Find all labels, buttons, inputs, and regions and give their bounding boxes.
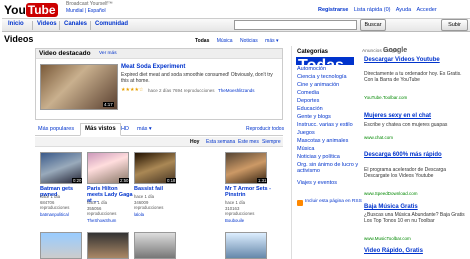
play-all-link[interactable]: Reproducir todos: [246, 126, 284, 132]
time-filter-today[interactable]: Hoy: [190, 139, 199, 145]
category-link[interactable]: Automoción: [297, 66, 326, 72]
sidebar-divider: [291, 46, 292, 259]
time-filter-month[interactable]: Este mes: [238, 139, 259, 145]
ad-body: El programa acelerador de Descarga Desca…: [364, 167, 446, 179]
ad-body: Escribe y chatea con mujeres guapas: [364, 122, 448, 128]
ad-url[interactable]: YouTube.Toolbar.com: [364, 95, 407, 100]
ad-title[interactable]: Baja Música Gratis: [364, 204, 470, 211]
tab-canales[interactable]: Canales: [64, 21, 87, 27]
video-meta: hace 1 día 346009 reproducciones: [134, 194, 164, 210]
category-link[interactable]: Juegos: [297, 130, 315, 136]
category-link[interactable]: Cine y animación: [297, 82, 339, 88]
locale-link[interactable]: Mundial | Español: [66, 8, 106, 14]
time-filter-week[interactable]: Esta semana: [206, 139, 235, 145]
category-todas[interactable]: Todas: [296, 57, 354, 74]
category-link[interactable]: Educación: [297, 106, 323, 112]
filter-musica[interactable]: Música: [217, 38, 233, 44]
video-author-link[interactable]: Boubouile: [225, 218, 271, 223]
category-link[interactable]: Música: [297, 146, 314, 152]
tab-hd[interactable]: HD: [121, 126, 129, 132]
ad-url[interactable]: www.MusicToolbar.com: [364, 236, 411, 241]
rss-link[interactable]: Incluir esta página en RSS: [305, 199, 362, 204]
search-input[interactable]: [234, 20, 357, 30]
video-author-link[interactable]: batmanpolitical: [40, 212, 86, 217]
help-link[interactable]: Ayuda: [396, 7, 412, 13]
page-title: Videos: [4, 34, 34, 44]
rss-icon: [297, 200, 303, 206]
video-duration: 0:18: [166, 178, 177, 183]
category-link[interactable]: Gente y blogs: [297, 114, 331, 120]
ad-body: Directamente a tu ordenador hoy. Es Grat…: [364, 71, 462, 83]
ad-title[interactable]: Descarga 600% más rápido: [364, 152, 470, 159]
video-title[interactable]: Bassist fail: [134, 186, 180, 192]
tab-comunidad[interactable]: Comunidad: [95, 21, 128, 27]
logo-tube-text: Tube: [25, 3, 58, 17]
nav-divider: [59, 21, 60, 30]
video-duration: 1:31: [257, 178, 268, 183]
tab-more-dropdown[interactable]: más ▾: [137, 126, 152, 132]
top-links: Registrarse Lista rápida (0) Ayuda Acced…: [318, 7, 441, 13]
category-link[interactable]: Deportes: [297, 98, 319, 104]
featured-duration: 4:17: [103, 102, 114, 107]
ad-title[interactable]: Mujeres sexy en el chat: [364, 113, 470, 120]
rating-stars-icon: ★★★★☆: [121, 87, 144, 93]
upload-button[interactable]: Subir: [441, 19, 468, 31]
ad-body: ¿Buscas una Música Abundante? Baja Grati…: [364, 212, 465, 224]
video-meta: hace 1 día 684706 reproducciones: [40, 194, 70, 210]
video-author-link[interactable]: lalola: [134, 212, 180, 217]
nav-divider: [32, 21, 33, 30]
featured-more-link[interactable]: Ver más: [99, 51, 117, 56]
tab-most-viewed[interactable]: Más vistos: [80, 123, 121, 136]
nav-divider: [90, 21, 91, 30]
categories-heading: Categorías: [297, 49, 329, 55]
search-button[interactable]: Buscar: [360, 19, 386, 31]
video-title[interactable]: Mr T Armor Sets - Pinstrin: [225, 186, 271, 198]
filter-todas[interactable]: Todas: [195, 38, 209, 44]
featured-meta: hace 2 días 7694 reproducciones: [148, 88, 215, 93]
category-link[interactable]: Org. sin ánimo de lucro y activismo: [297, 162, 359, 174]
filter-more-dropdown[interactable]: más ▾: [265, 38, 278, 44]
featured-heading: Video destacado: [39, 50, 91, 57]
content-filters: Todas Música Noticias más ▾: [195, 38, 285, 44]
signin-link[interactable]: Acceder: [416, 7, 436, 13]
quicklist-link[interactable]: Lista rápida (0): [354, 7, 391, 13]
video-author-link[interactable]: TheShowShum: [87, 218, 133, 223]
category-link[interactable]: Ciencia y tecnología: [297, 74, 347, 80]
category-link[interactable]: Mascotas y animales: [297, 138, 348, 144]
video-meta: hace 1 día 310163 reproducciones: [225, 200, 255, 216]
video-meta: hace 1 día 355056 reproducciones: [87, 200, 117, 216]
ad-url[interactable]: www.SpeedDownload.com: [364, 191, 418, 196]
tab-most-popular[interactable]: Más populares: [38, 126, 74, 132]
video-thumbnail[interactable]: [225, 232, 267, 259]
featured-author-link[interactable]: TheMoeshlitzands: [218, 88, 255, 93]
google-logo: Google: [383, 47, 408, 54]
category-link[interactable]: Viajes y eventos: [297, 180, 337, 186]
tagline: Broadcast Yourself™: [66, 1, 113, 7]
category-link[interactable]: Noticias y política: [297, 154, 340, 160]
video-duration: 0:20: [72, 178, 83, 183]
video-duration: 2:50: [119, 178, 130, 183]
register-link[interactable]: Registrarse: [318, 7, 348, 13]
tab-inicio[interactable]: Inicio: [8, 21, 24, 27]
youtube-logo[interactable]: You Tube: [4, 3, 64, 17]
featured-video-title[interactable]: Meat Soda Experiment: [121, 64, 185, 70]
featured-description: Expired diet meat and soda smoothie cons…: [121, 72, 273, 84]
filter-noticias[interactable]: Noticias: [240, 38, 258, 44]
ad-title[interactable]: Video Rápido, Gratis: [364, 248, 470, 255]
logo-you-text: You: [4, 3, 26, 17]
video-thumbnail[interactable]: [87, 232, 129, 259]
tab-videos[interactable]: Videos: [37, 21, 57, 27]
time-filter-always[interactable]: Siempre: [262, 139, 281, 145]
video-thumbnail[interactable]: [134, 232, 176, 259]
ad-url[interactable]: www.chat.com: [364, 135, 393, 140]
category-link[interactable]: Comedia: [297, 90, 319, 96]
ad-title[interactable]: Descargar Videos Youtube: [364, 57, 470, 64]
category-link[interactable]: Instrucc. varias y estilo: [297, 122, 353, 128]
video-thumbnail[interactable]: [40, 232, 82, 259]
